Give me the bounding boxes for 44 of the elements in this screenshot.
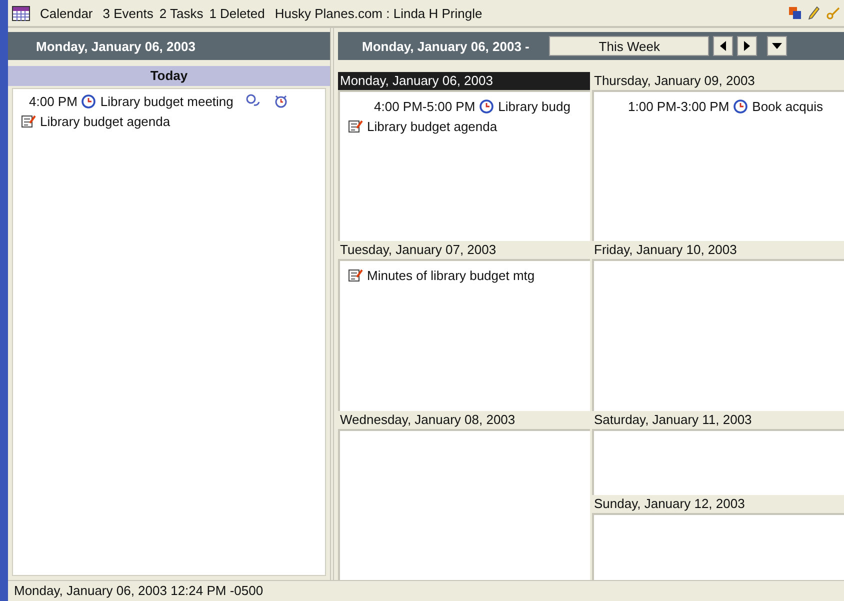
app-name: Calendar [40,6,93,20]
tasks-count: 2 Tasks [159,6,204,20]
event-time: 1:00 PM-3:00 PM [628,98,730,114]
day-cell[interactable] [592,515,844,580]
left-arrow-icon [719,41,728,51]
event-time: 4:00 PM [29,94,78,108]
task-title[interactable]: Library budget agenda [40,114,170,128]
account-name: Husky Planes.com : Linda H Pringle [274,6,482,20]
day-cell[interactable] [592,430,844,496]
day-cell[interactable]: 1:00 PM-3:00 PM Book acquis [592,92,844,242]
clock-icon [733,98,748,114]
week-title: Monday, January 06, 2003 - [362,38,530,54]
notepad-icon [348,119,363,133]
day-cell[interactable]: 4:00 PM-5:00 PM Library budg Library budget agenda [338,92,590,242]
day-label[interactable]: Saturday, January 11, 2003 [592,410,844,431]
deleted-count: 1 Deleted [209,6,265,20]
event-title[interactable]: Book acquis [752,98,823,114]
next-button[interactable] [737,36,758,56]
notepad-icon [348,268,363,282]
day-cell[interactable] [338,430,590,580]
clock-icon [479,98,494,114]
event-time: 4:00 PM-5:00 PM [374,98,476,114]
range-button[interactable]: This Week [549,36,710,56]
caret-icon [772,43,782,49]
clock-icon [81,94,96,108]
events-count: 3 Events [102,6,154,20]
task-title[interactable]: Library budget agenda [367,118,498,134]
dropdown-button[interactable] [767,36,788,56]
previous-button[interactable] [713,36,734,56]
day-header: Monday, January 06, 2003 [8,32,330,60]
today-band: Today [8,66,330,86]
day-label[interactable]: Monday, January 06, 2003 [338,72,590,92]
event-title[interactable]: Library budget meeting [100,94,234,108]
day-label[interactable]: Wednesday, January 08, 2003 [338,410,590,431]
event-title[interactable]: Library budg [498,98,570,114]
notepad-icon [21,114,36,128]
day-cell[interactable] [592,261,844,411]
status-bar: Monday, January 06, 2003 12:24 PM -0500 [8,580,844,601]
windows-icon[interactable] [788,6,802,20]
pencil-icon[interactable] [808,6,820,20]
task-title[interactable]: Minutes of library budget mtg [367,268,535,283]
day-cell[interactable]: Minutes of library budget mtg [338,261,590,411]
right-arrow-icon [743,41,752,51]
calendar-icon [12,5,30,21]
